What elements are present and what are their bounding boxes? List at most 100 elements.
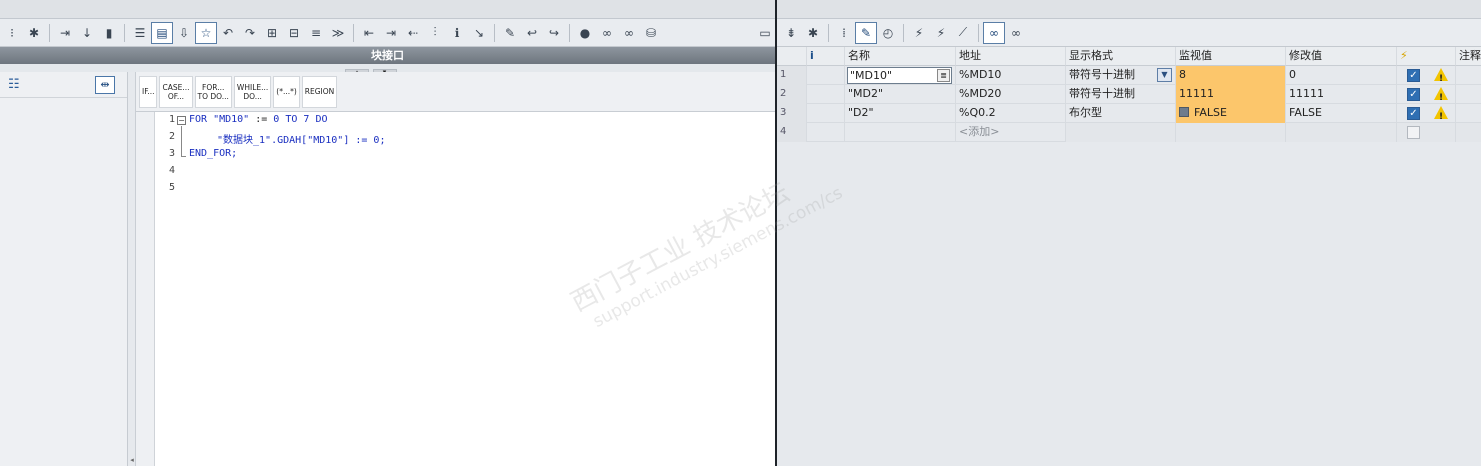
header-modify[interactable]: 修改值	[1286, 47, 1397, 66]
add-row-icon[interactable]: ✱	[803, 23, 823, 43]
tag-picker-icon[interactable]: ≣	[937, 69, 950, 82]
monitor-download-icon[interactable]: ⇩	[174, 23, 194, 43]
goto-error-icon[interactable]: ↶	[218, 23, 238, 43]
goto-next-error-icon[interactable]: ↷	[240, 23, 260, 43]
instr-while-button[interactable]: WHILE... DO...	[233, 75, 272, 108]
format-cell[interactable]: 带符号十进制 ▼	[1066, 66, 1176, 85]
modify-cell[interactable]: 0	[1286, 66, 1397, 85]
name-input[interactable]: "MD10" ≣	[847, 67, 952, 84]
table-row[interactable]: 4 <添加>	[777, 123, 1481, 142]
download-arrow-icon[interactable]: ↓	[77, 23, 97, 43]
monitor-value-icon[interactable]: ✎	[855, 21, 877, 44]
bookmark-icon[interactable]: ⫶	[425, 23, 445, 43]
modify-checkbox[interactable]: ✓	[1407, 107, 1420, 120]
header-format[interactable]: 显示格式	[1066, 47, 1176, 66]
scroll-left-icon[interactable]: ◂	[128, 456, 136, 464]
modify-cell[interactable]: FALSE	[1286, 104, 1397, 123]
indent-left-icon[interactable]: ⇤	[359, 23, 379, 43]
uncomment-icon[interactable]: ↘	[469, 23, 489, 43]
outdent-icon[interactable]: ⇠	[403, 23, 423, 43]
modify-cell[interactable]: 11111	[1286, 85, 1397, 104]
comment-icon[interactable]: ℹ	[447, 23, 467, 43]
code-line-2: "数据块_1".GDAH["MD10"] := 0;	[217, 135, 386, 146]
monitor-on-icon[interactable]: ✎	[500, 23, 520, 43]
name-cell[interactable]: "MD10" ≣	[845, 66, 956, 85]
dropdown-arrow-icon[interactable]: ▼	[1157, 68, 1172, 82]
favorite-icon[interactable]: ☆	[195, 21, 217, 44]
table-row[interactable]: 1 "MD10" ≣ %MD10 带符号十进制 ▼ 8 0 ✓ !	[777, 66, 1481, 85]
address-cell[interactable]: %MD20	[956, 85, 1066, 104]
code-line-3: END_FOR;	[189, 148, 238, 159]
format-cell[interactable]: 布尔型	[1066, 104, 1176, 123]
splitter-handle[interactable]: ▴ ▾	[345, 64, 405, 76]
instr-line1: (*...*)	[276, 87, 297, 96]
address-cell[interactable]: %Q0.2	[956, 104, 1066, 123]
export-icon[interactable]: ⇥	[55, 23, 75, 43]
monitor-once-icon[interactable]: ∞	[1006, 23, 1026, 43]
compare-next-icon[interactable]: ⊟	[284, 23, 304, 43]
enable-peripheral-icon[interactable]: ⟋	[953, 23, 973, 43]
modify-checkbox[interactable]	[1407, 126, 1420, 139]
monitor-timer-icon[interactable]: ◴	[878, 23, 898, 43]
name-cell[interactable]	[845, 123, 956, 142]
instr-line1: REGION	[304, 87, 335, 96]
expand-all-icon[interactable]: ≫	[328, 23, 348, 43]
instr-case-button[interactable]: CASE... OF...	[159, 75, 193, 108]
modify-value-icon[interactable]: ⁞	[834, 23, 854, 43]
list-indent-icon[interactable]: ☷	[8, 77, 20, 92]
add-icon[interactable]: ✱	[24, 23, 44, 43]
compare-icon[interactable]: ⊞	[262, 23, 282, 43]
next-icon[interactable]: ↪	[544, 23, 564, 43]
modify-checkbox[interactable]: ✓	[1407, 69, 1420, 82]
block-interface-title: 块接口	[371, 49, 404, 62]
comment-cell[interactable]	[1456, 66, 1481, 85]
header-comment[interactable]: 注释	[1456, 47, 1481, 66]
window-layout-icon[interactable]: ▭	[755, 23, 775, 43]
add-row-cell[interactable]: <添加>	[956, 123, 1066, 142]
header-address[interactable]: 地址	[956, 47, 1066, 66]
instr-for-button[interactable]: FOR... TO DO...	[194, 75, 232, 108]
insert-network-icon[interactable]: ⁝	[2, 23, 22, 43]
header-monitor[interactable]: 监视值	[1176, 47, 1286, 66]
watch-icon[interactable]: ●	[575, 23, 595, 43]
glasses-step-icon[interactable]: ∞	[619, 23, 639, 43]
nav-scrollbar[interactable]: ◂	[128, 72, 136, 466]
fold-guide-end	[181, 156, 186, 157]
glasses-icon[interactable]: ∞	[597, 23, 617, 43]
table-row[interactable]: 2 "MD2" %MD20 带符号十进制 11111 11111 ✓ !	[777, 85, 1481, 104]
monitor-cell	[1176, 123, 1286, 142]
instr-if-button[interactable]: IF...	[139, 75, 158, 108]
header-force-icon[interactable]: ⚡	[1397, 47, 1456, 66]
modify-checkbox[interactable]: ✓	[1407, 88, 1420, 101]
module-icon[interactable]: ▮	[99, 23, 119, 43]
fold-toggle-icon[interactable]: −	[177, 116, 186, 125]
monitor-all-icon[interactable]: ∞	[983, 21, 1005, 44]
insert-row-icon[interactable]: ⇟	[781, 23, 801, 43]
format-cell	[1066, 123, 1176, 142]
name-cell[interactable]: "D2"	[845, 104, 956, 123]
instr-region-button[interactable]: REGION	[301, 75, 338, 108]
address-cell[interactable]: %MD10	[956, 66, 1066, 85]
force-icon[interactable]: ⚡	[909, 23, 929, 43]
force-step-icon[interactable]: ⚡	[931, 23, 951, 43]
block-view-icon[interactable]: ▤	[151, 21, 173, 44]
format-cell[interactable]: 带符号十进制	[1066, 85, 1176, 104]
warning-icon: !	[1434, 87, 1448, 103]
previous-icon[interactable]: ↩	[522, 23, 542, 43]
block-interface-bar[interactable]: 块接口	[0, 47, 775, 64]
sync-view-button[interactable]: ⇹	[95, 76, 115, 94]
app-window: ⁝ ✱ ⇥ ↓ ▮ ☰ ▤ ⇩ ☆ ↶ ↷ ⊞ ⊟ ≡ ≫ ⇤ ⇥ ⇠ ⫶ ℹ …	[0, 0, 1481, 466]
list-view-icon[interactable]: ☰	[130, 23, 150, 43]
instr-comment-button[interactable]: (*...*)	[273, 75, 300, 108]
instr-line2: TO DO...	[197, 91, 229, 101]
row-info-cell	[807, 85, 845, 104]
table-row[interactable]: 3 "D2" %Q0.2 布尔型 FALSE FALSE ✓ !	[777, 104, 1481, 123]
database-icon[interactable]: ⛁	[641, 23, 661, 43]
code-editor[interactable]: 1 2 3 4 5 − FOR "MD10" := 0 TO 7 DO "数据块…	[155, 112, 775, 466]
indent-list-icon[interactable]: ≡	[306, 23, 326, 43]
indent-right-icon[interactable]: ⇥	[381, 23, 401, 43]
header-name[interactable]: 名称	[845, 47, 956, 66]
name-cell[interactable]: "MD2"	[845, 85, 956, 104]
comment-cell[interactable]	[1456, 85, 1481, 104]
comment-cell[interactable]	[1456, 104, 1481, 123]
